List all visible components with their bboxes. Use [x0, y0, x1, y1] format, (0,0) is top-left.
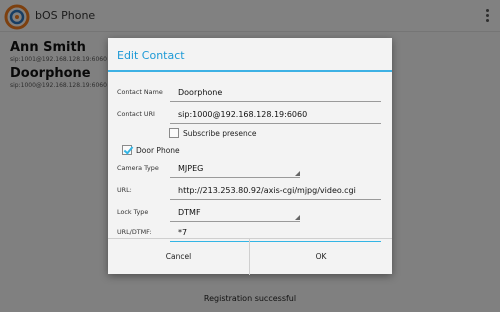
- edit-contact-dialog: Edit Contact Contact Name Doorphone Cont…: [108, 38, 392, 275]
- url-row: URL: http://213.253.80.92/axis-cgi/mjpg/…: [117, 182, 381, 200]
- dropdown-arrow-icon: [295, 215, 300, 220]
- subscribe-presence-label: Subscribe presence: [183, 129, 257, 138]
- contact-name-row: Contact Name Doorphone: [117, 84, 381, 102]
- cancel-button[interactable]: Cancel: [108, 239, 250, 275]
- url-field[interactable]: http://213.253.80.92/axis-cgi/mjpg/video…: [170, 182, 381, 200]
- dropdown-arrow-icon: [295, 171, 300, 176]
- contact-name-label: Contact Name: [117, 88, 163, 96]
- camera-type-label: Camera Type: [117, 164, 159, 172]
- contact-uri-field[interactable]: sip:1000@192.168.128.19:6060: [170, 106, 381, 124]
- edit-contact-form: Contact Name Doorphone Contact URI sip:1…: [108, 72, 392, 242]
- url-dtmf-label: URL/DTMF:: [117, 228, 152, 236]
- contact-uri-row: Contact URI sip:1000@192.168.128.19:6060: [117, 106, 381, 124]
- ok-button[interactable]: OK: [250, 239, 392, 275]
- camera-type-value: MJPEG: [178, 164, 204, 173]
- door-phone-label: Door Phone: [136, 146, 180, 155]
- contact-name-field[interactable]: Doorphone: [170, 84, 381, 102]
- contact-uri-label: Contact URI: [117, 110, 155, 118]
- url-label: URL:: [117, 186, 132, 194]
- subscribe-presence-checkbox[interactable]: [169, 128, 179, 138]
- lock-type-row: Lock Type DTMF: [117, 204, 381, 222]
- lock-type-select[interactable]: DTMF: [170, 204, 300, 222]
- lock-type-value: DTMF: [178, 208, 201, 217]
- lock-type-label: Lock Type: [117, 208, 149, 216]
- camera-type-select[interactable]: MJPEG: [170, 160, 300, 178]
- door-phone-checkbox[interactable]: [122, 145, 132, 155]
- camera-type-row: Camera Type MJPEG: [117, 160, 381, 178]
- dialog-title: Edit Contact: [108, 38, 392, 72]
- dialog-buttons: Cancel OK: [108, 238, 392, 275]
